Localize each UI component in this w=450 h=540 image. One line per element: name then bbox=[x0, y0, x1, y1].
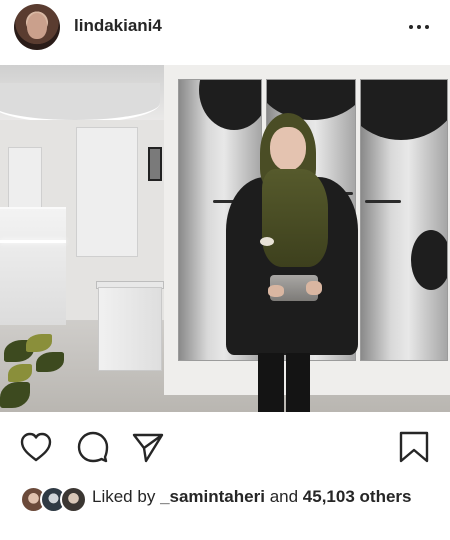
panel-eye bbox=[365, 200, 401, 203]
subject-leg-left bbox=[258, 353, 284, 412]
panel-ear-shadow bbox=[411, 230, 447, 290]
more-options-button[interactable] bbox=[400, 10, 438, 44]
username[interactable]: lindakiani4 bbox=[74, 16, 162, 36]
photo-cabinet bbox=[76, 127, 138, 257]
subject-scarf bbox=[262, 169, 328, 267]
photo-pedestal bbox=[98, 287, 162, 371]
bookmark-icon bbox=[399, 431, 429, 463]
post-header: lindakiani4 bbox=[0, 0, 450, 62]
photo-subject bbox=[226, 113, 358, 412]
photo-counter-light bbox=[0, 240, 66, 243]
subject-leg-right bbox=[286, 353, 310, 412]
post-action-bar bbox=[0, 418, 450, 474]
photo-reception-counter bbox=[0, 207, 66, 325]
more-horizontal-icon-dot bbox=[425, 25, 429, 29]
heart-icon bbox=[20, 432, 52, 462]
avatar[interactable] bbox=[14, 4, 60, 50]
more-horizontal-icon bbox=[409, 25, 413, 29]
like-button[interactable] bbox=[17, 428, 55, 466]
likes-joiner: and bbox=[269, 487, 299, 506]
share-icon bbox=[132, 433, 164, 463]
plant-leaf bbox=[26, 334, 52, 352]
plant-leaf bbox=[0, 382, 30, 408]
subject-face bbox=[270, 127, 306, 171]
likes-text: Liked by _samintaheri and 45,103 others bbox=[92, 486, 440, 507]
subject-hand-left bbox=[268, 285, 284, 297]
comment-icon bbox=[77, 431, 109, 463]
photo-plant bbox=[0, 330, 70, 412]
plant-leaf bbox=[36, 352, 64, 372]
avatar-face bbox=[27, 13, 47, 39]
likes-count[interactable]: 45,103 bbox=[303, 487, 355, 506]
liker-avatar bbox=[60, 486, 87, 513]
share-button[interactable] bbox=[129, 428, 167, 466]
likes-summary: Liked by _samintaheri and 45,103 others bbox=[20, 484, 440, 534]
save-button[interactable] bbox=[395, 428, 433, 466]
liker-username[interactable]: _samintaheri bbox=[160, 487, 265, 506]
comment-button[interactable] bbox=[74, 428, 112, 466]
photo-small-frame bbox=[148, 147, 162, 181]
photo-art-panel-right bbox=[360, 79, 448, 361]
likes-others[interactable]: others bbox=[360, 487, 412, 506]
liker-avatars[interactable] bbox=[20, 486, 90, 514]
liked-by-label: Liked by bbox=[92, 487, 156, 506]
post-photo[interactable] bbox=[0, 65, 450, 412]
subject-hand-right bbox=[306, 281, 322, 295]
more-horizontal-icon-dot bbox=[417, 25, 421, 29]
subject-brooch bbox=[260, 237, 274, 246]
plant-leaf bbox=[8, 364, 32, 382]
